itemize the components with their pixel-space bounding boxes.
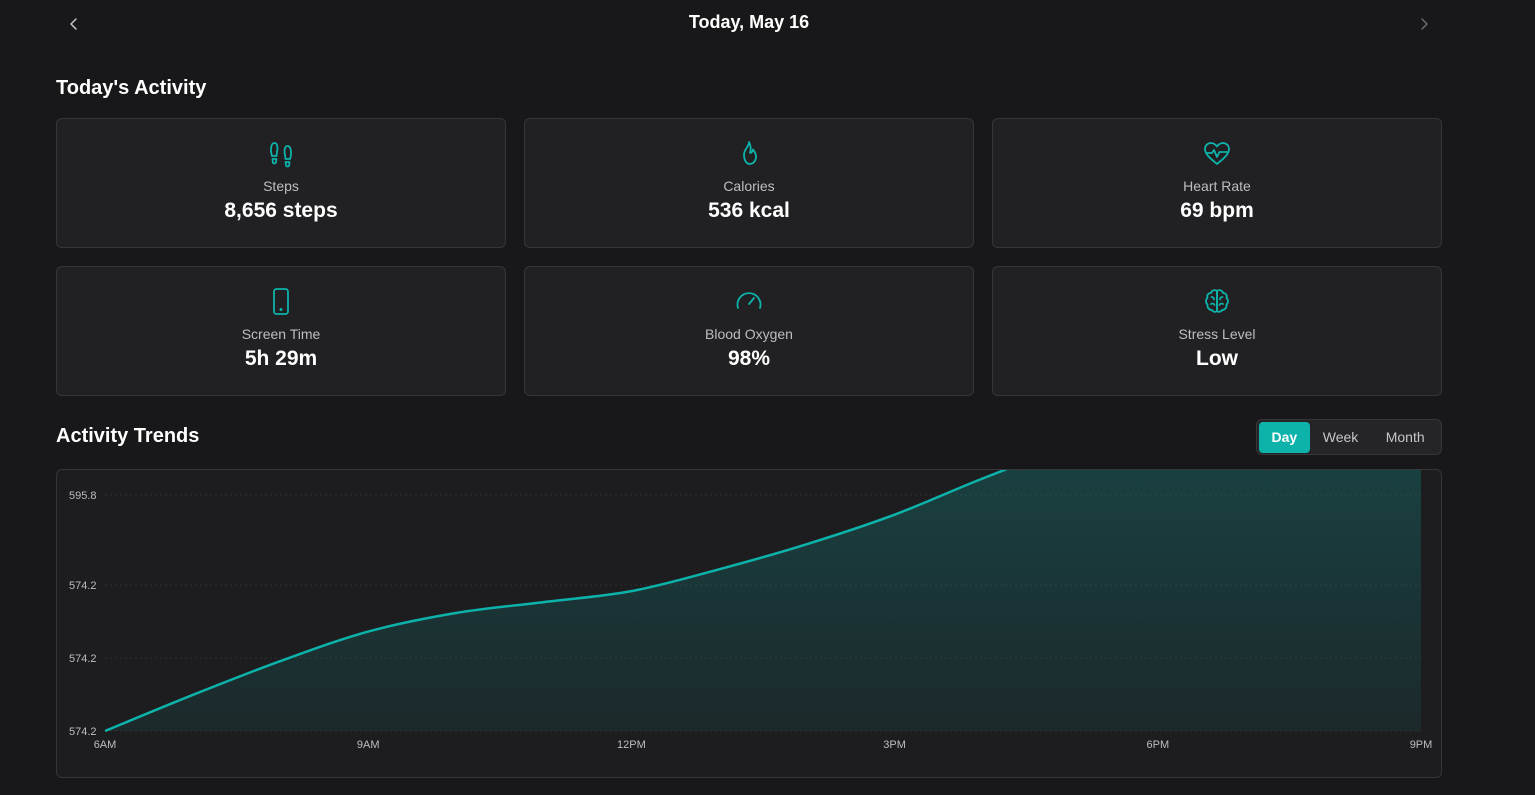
trend-chart-svg: 595.8574.2574.2574.26AM 9AM 12PM 3PM 6PM 9PM (69, 470, 1433, 751)
activity-cards: Steps 8,656 steps Calories 536 kcal Hear… (56, 118, 1442, 396)
date-header: Today, May 16 (56, 0, 1442, 48)
flame-icon (734, 138, 764, 168)
next-day-button[interactable] (1410, 10, 1438, 38)
smartphone-icon (266, 286, 296, 316)
calories-card: Calories 536 kcal (524, 118, 974, 248)
x-tick-label: 9PM (1410, 739, 1433, 751)
series-area (105, 470, 1421, 731)
stress-level-card: Stress Level Low (992, 266, 1442, 396)
footprints-icon (266, 138, 296, 168)
blood-oxygen-card: Blood Oxygen 98% (524, 266, 974, 396)
range-selector: Day Week Month (1256, 419, 1442, 455)
tab-month[interactable]: Month (1371, 422, 1439, 453)
activity-section-title: Today's Activity (56, 77, 207, 99)
heart-rate-card: Heart Rate 69 bpm (992, 118, 1442, 248)
card-value: Low (1196, 347, 1238, 370)
x-tick-label: 3PM (883, 739, 906, 751)
card-value: 98% (727, 347, 771, 370)
card-label: Screen Time (241, 326, 321, 342)
heart-pulse-icon (1202, 138, 1232, 168)
card-label: Calories (723, 178, 775, 194)
x-tick-label: 12PM (617, 739, 646, 751)
y-tick-label: 574.2 (69, 580, 97, 592)
tab-week[interactable]: Week (1310, 422, 1372, 453)
y-tick-label: 574.2 (69, 653, 97, 665)
steps-card: Steps 8,656 steps (56, 118, 506, 248)
x-tick-label: 6PM (1146, 739, 1169, 751)
card-label: Blood Oxygen (705, 326, 793, 342)
gauge-icon (734, 286, 764, 316)
y-tick-label: 574.2 (69, 726, 97, 738)
chevron-right-icon (1421, 18, 1428, 30)
card-value: 69 bpm (1180, 199, 1254, 222)
card-label: Heart Rate (1183, 178, 1251, 194)
date-title: Today, May 16 (688, 12, 810, 32)
x-tick-label: 6AM (94, 739, 117, 751)
card-label: Stress Level (1178, 326, 1256, 342)
screen-time-card: Screen Time 5h 29m (56, 266, 506, 396)
card-value: 8,656 steps (224, 199, 338, 222)
x-tick-label: 9AM (357, 739, 380, 751)
activity-trend-chart: 595.8 574.2 574.2 574.2 6AM 9AM 12PM 3PM 6PM 9PM (56, 469, 1442, 778)
card-label: Steps (263, 178, 299, 194)
trends-section-title: Activity Trends (56, 425, 200, 447)
tab-day[interactable]: Day (1259, 421, 1310, 453)
y-tick-label: 595.8 (69, 490, 97, 502)
brain-icon (1202, 286, 1232, 316)
card-value: 536 kcal (708, 199, 790, 222)
card-value: 5h 29m (244, 347, 318, 370)
